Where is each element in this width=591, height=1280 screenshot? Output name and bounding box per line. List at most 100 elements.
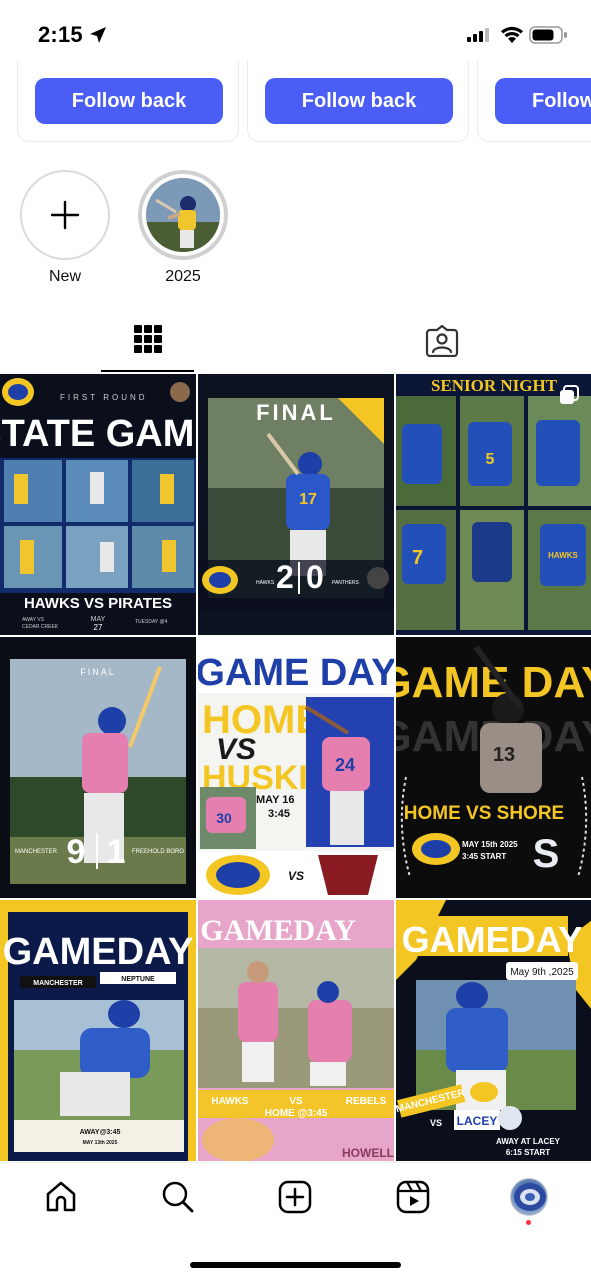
post-day: 27 xyxy=(94,623,103,632)
tab-tagged[interactable] xyxy=(394,318,490,373)
follow-back-button[interactable]: Follow back xyxy=(265,78,453,124)
post-score-left: 2 xyxy=(276,559,294,595)
post-title: STATE GAME xyxy=(0,413,196,455)
post-jersey: 13 xyxy=(493,744,515,766)
post-start: 6:15 START xyxy=(506,1148,550,1157)
post-title: GAMEDAY xyxy=(402,919,583,960)
suggestion-card: Follow back xyxy=(247,60,469,142)
post-tile[interactable]: FINAL 9 1 MANCHESTER FREEHOLD BORO xyxy=(0,637,196,898)
highlight-photo xyxy=(146,178,220,252)
post-team-right: REBELS xyxy=(346,1096,387,1107)
home-indicator xyxy=(190,1262,401,1268)
wifi-icon xyxy=(501,26,523,43)
post-title: GAMEDAY xyxy=(3,931,194,973)
profile-notification-dot xyxy=(526,1220,531,1225)
post-tile[interactable]: GAMEDAY HAWKS VS REBELS HOME @3:45 HOWEL… xyxy=(198,900,394,1161)
tab-posts-grid[interactable] xyxy=(100,318,196,373)
nav-profile[interactable] xyxy=(509,1177,549,1217)
profile-avatar xyxy=(510,1178,548,1216)
follow-back-button[interactable]: Follow back xyxy=(495,78,591,124)
search-icon xyxy=(162,1181,194,1213)
nav-search[interactable] xyxy=(158,1177,198,1217)
post-away: AWAY@3:45 xyxy=(80,1129,121,1136)
post-date: MAY 15th 2025 xyxy=(462,840,518,849)
home-icon xyxy=(46,1181,76,1212)
highlight-2025[interactable]: 2025 xyxy=(138,170,228,286)
suggestion-card: Follow back xyxy=(477,60,591,142)
post-date: May 9th ,2025 xyxy=(510,967,574,978)
post-line: HOME VS SHORE xyxy=(404,803,564,824)
highlight-2025-ring[interactable] xyxy=(138,170,228,260)
post-jersey: 30 xyxy=(216,810,232,826)
follow-back-button[interactable]: Follow back xyxy=(35,78,223,124)
post-home: HOME @3:45 xyxy=(265,1108,328,1119)
highlight-label: New xyxy=(48,268,81,285)
post-tile[interactable]: GAME DAY GAME DAY 13 HOME VS SHORE MAY 1… xyxy=(396,637,591,898)
suggested-accounts-row: Follow back Follow back Follow back xyxy=(0,60,591,142)
active-tab-indicator xyxy=(101,370,194,372)
post-logo-letter: S xyxy=(533,832,560,876)
post-team-left: HAWKS xyxy=(256,580,275,586)
post-jersey: 24 xyxy=(335,755,355,775)
post-footer: HOWELL xyxy=(342,1146,394,1160)
carousel-icon xyxy=(560,385,579,404)
post-title: GAME DAY xyxy=(396,658,591,707)
post-matchup: HAWKS VS PIRATES xyxy=(24,595,172,612)
posts-grid: FIRST ROUND STATE GAME HAWKS VS PIRATES … xyxy=(0,374,591,1162)
post-tile[interactable]: GAME DAY HOME VS HUSKIES 24 30 MAY 16 3:… xyxy=(198,637,394,898)
post-vs: VS xyxy=(430,1118,442,1128)
battery-icon xyxy=(529,26,567,44)
create-plus-icon xyxy=(278,1180,312,1214)
post-jersey: 5 xyxy=(486,451,495,468)
post-start: 3:45 START xyxy=(462,852,506,861)
post-month: MAY xyxy=(91,616,106,623)
tagged-person-icon xyxy=(425,325,459,357)
cellular-signal-icon xyxy=(467,28,489,42)
nav-home[interactable] xyxy=(41,1177,81,1217)
post-team-left: MANCHESTER xyxy=(33,980,82,987)
post-score-left: 9 xyxy=(67,833,86,871)
post-team-right: FREEHOLD BORO xyxy=(132,849,184,855)
post-team-left: MANCHESTER xyxy=(15,849,58,855)
post-top-text: FIRST ROUND xyxy=(60,393,148,402)
nav-reels[interactable] xyxy=(393,1177,433,1217)
post-date: MAY 16 xyxy=(256,794,295,806)
post-date: MAY 13th 2025 xyxy=(83,1140,118,1146)
post-team-right: NEPTUNE xyxy=(121,976,155,983)
post-tile[interactable]: GAMEDAY May 9th ,2025 MANCHESTER VS LACE… xyxy=(396,900,591,1161)
post-title: SENIOR NIGHT xyxy=(431,376,558,395)
post-title: FINAL xyxy=(256,400,336,425)
post-title: GAMEDAY xyxy=(200,914,356,947)
profile-tabs xyxy=(0,318,591,373)
post-score-right: 1 xyxy=(107,833,126,871)
post-tile[interactable]: 17 FINAL HAWKS 2 0 PANTHERS xyxy=(198,374,394,635)
highlight-new-ring[interactable] xyxy=(20,170,110,260)
post-away: AWAY AT LACEY xyxy=(496,1137,561,1146)
suggestion-card: Follow back xyxy=(17,60,239,142)
post-subtext: AWAY VS xyxy=(22,617,45,623)
highlight-new[interactable]: New xyxy=(20,170,110,286)
nav-create[interactable] xyxy=(275,1177,315,1217)
post-tile[interactable]: GAMEDAY MANCHESTER NEPTUNE AWAY@3:45 MAY… xyxy=(0,900,196,1161)
post-team-left: HAWKS xyxy=(211,1096,249,1107)
post-vs: VS xyxy=(289,1096,303,1107)
reels-icon xyxy=(396,1180,430,1214)
post-title: FINAL xyxy=(80,667,116,677)
post-team-right: LACEY xyxy=(457,1114,498,1128)
post-tile[interactable]: FIRST ROUND STATE GAME HAWKS VS PIRATES … xyxy=(0,374,196,635)
post-jersey-text: HAWKS xyxy=(548,551,578,560)
location-arrow-icon xyxy=(90,27,106,43)
post-subtext: CEDAR CREEK xyxy=(22,624,59,630)
grid-icon xyxy=(134,325,162,353)
highlight-label: 2025 xyxy=(165,268,201,285)
post-score-right: 0 xyxy=(306,559,324,595)
post-vs-small: VS xyxy=(288,869,304,883)
post-subtext: TUESDAY @4 xyxy=(135,619,168,625)
post-jersey: 17 xyxy=(299,491,317,508)
post-title: GAME DAY xyxy=(198,652,394,694)
plus-icon xyxy=(50,200,80,230)
status-time: 2:15 xyxy=(38,22,83,47)
post-tile[interactable]: 5 7 HAWKS SENIOR NIGHT xyxy=(396,374,591,635)
post-team-right: PANTHERS xyxy=(332,580,360,586)
post-time: 3:45 xyxy=(268,808,290,820)
